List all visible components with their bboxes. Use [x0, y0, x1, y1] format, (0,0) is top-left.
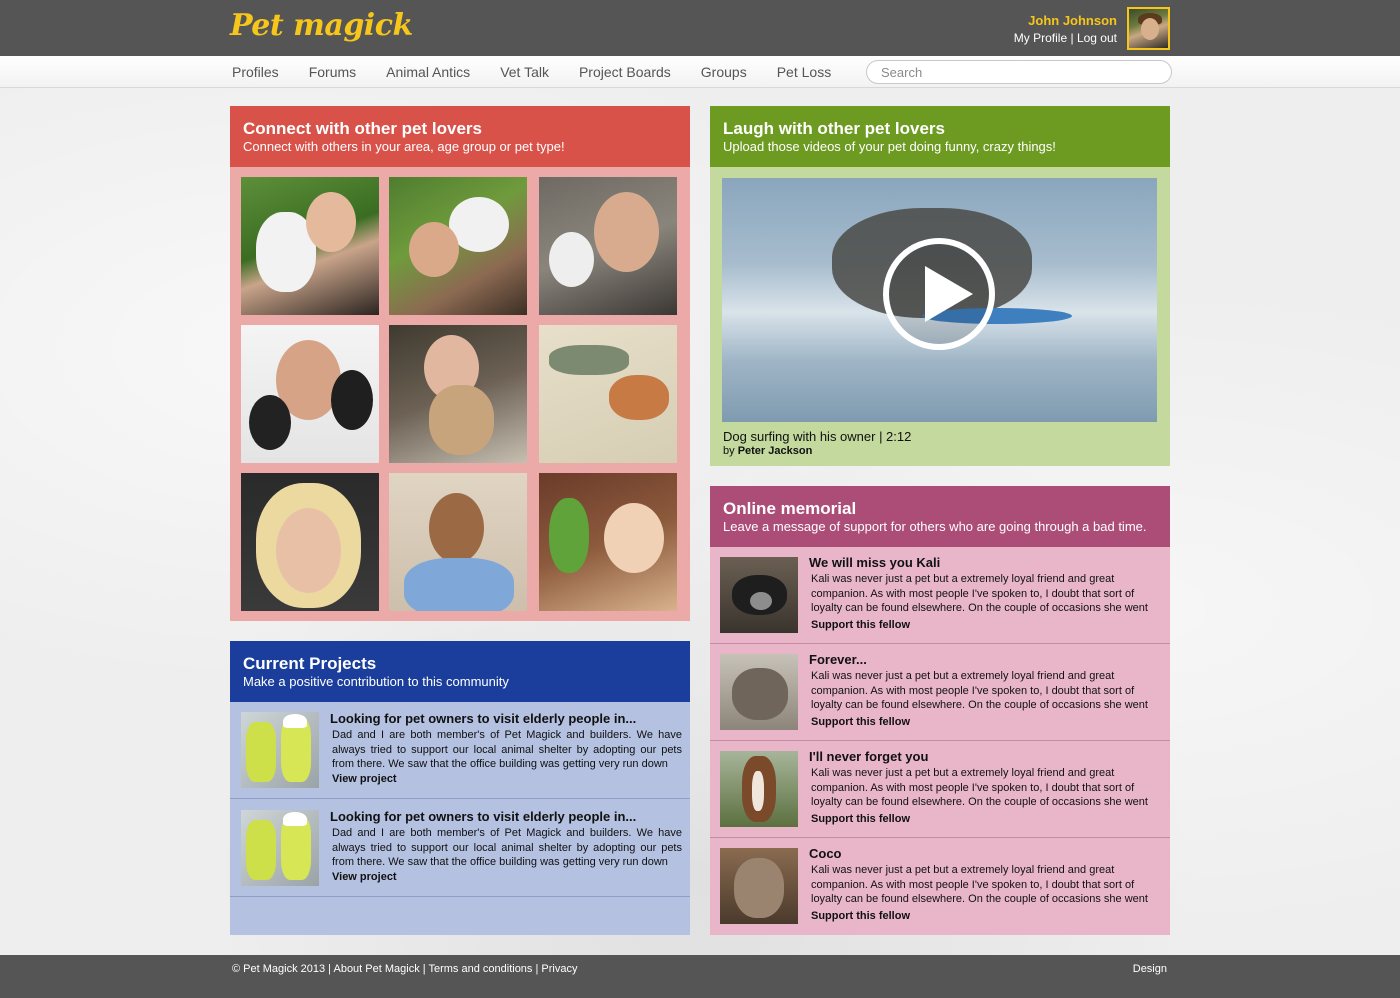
memorial-thumbnail[interactable]: [720, 654, 798, 730]
memorial-title[interactable]: Online memorial: [723, 499, 1157, 519]
memorial-item: We will miss you Kali Kali was never jus…: [710, 547, 1170, 644]
user-links-separator: |: [1070, 31, 1074, 45]
member-photo-5[interactable]: [389, 325, 527, 463]
footer-links: © Pet Magick 2013 | About Pet Magick | T…: [232, 963, 577, 975]
connect-panel: Connect with other pet lovers Connect wi…: [230, 106, 690, 621]
member-photo-8[interactable]: [389, 473, 527, 611]
memorial-item-text: Kali was never just a pet but a extremel…: [811, 864, 1148, 905]
site-logo[interactable]: Pet magick: [230, 8, 413, 43]
projects-header: Current Projects Make a positive contrib…: [230, 641, 690, 702]
connect-photo-grid: [230, 167, 690, 621]
memorial-item: Forever... Kali was never just a pet but…: [710, 644, 1170, 741]
footer-terms-link[interactable]: Terms and conditions: [428, 963, 532, 975]
project-text: Dad and I are both member's of Pet Magic…: [332, 827, 682, 868]
projects-panel: Current Projects Make a positive contrib…: [230, 641, 690, 935]
memorial-item-text: Kali was never just a pet but a extremel…: [811, 767, 1148, 808]
footer-privacy-link[interactable]: Privacy: [541, 963, 577, 975]
video-byline: by Peter Jackson: [723, 445, 812, 457]
connect-title[interactable]: Connect with other pet lovers: [243, 119, 677, 139]
project-text: Dad and I are both member's of Pet Magic…: [332, 729, 682, 770]
nav-item-vet-talk[interactable]: Vet Talk: [500, 56, 549, 88]
support-link[interactable]: Support this fellow: [811, 716, 910, 728]
avatar-face: [1141, 18, 1159, 40]
memorial-item-text: Kali was never just a pet but a extremel…: [811, 573, 1148, 614]
user-links: My Profile | Log out: [1014, 31, 1117, 45]
memorial-item-title[interactable]: We will miss you Kali: [809, 555, 940, 570]
memorial-header: Online memorial Leave a message of suppo…: [710, 486, 1170, 547]
laugh-subtitle: Upload those videos of your pet doing fu…: [723, 139, 1056, 154]
memorial-thumbnail[interactable]: [720, 751, 798, 827]
support-link[interactable]: Support this fellow: [811, 813, 910, 825]
project-title[interactable]: Looking for pet owners to visit elderly …: [330, 809, 636, 824]
project-item: Looking for pet owners to visit elderly …: [230, 702, 690, 799]
nav-item-pet-loss[interactable]: Pet Loss: [777, 56, 831, 88]
nav-item-animal-antics[interactable]: Animal Antics: [386, 56, 470, 88]
nav-item-forums[interactable]: Forums: [309, 56, 356, 88]
nav-item-groups[interactable]: Groups: [701, 56, 747, 88]
memorial-item-title[interactable]: Coco: [809, 846, 842, 861]
footer-separator: |: [535, 963, 539, 975]
video-title[interactable]: Dog surfing with his owner | 2:12: [723, 429, 911, 444]
main-nav: Profiles Forums Animal Antics Vet Talk P…: [0, 56, 1400, 88]
support-link[interactable]: Support this fellow: [811, 910, 910, 922]
member-photo-6[interactable]: [539, 325, 677, 463]
footer-copyright: © Pet Magick 2013: [232, 963, 326, 975]
project-thumbnail[interactable]: [241, 810, 319, 886]
search-input[interactable]: [866, 60, 1172, 84]
footer-separator: |: [328, 963, 332, 975]
nav-items: Profiles Forums Animal Antics Vet Talk P…: [232, 56, 861, 88]
member-photo-1[interactable]: [241, 177, 379, 315]
laugh-panel: Laugh with other pet lovers Upload those…: [710, 106, 1170, 466]
memorial-thumbnail[interactable]: [720, 557, 798, 633]
avatar[interactable]: [1127, 7, 1170, 50]
memorial-item-text: Kali was never just a pet but a extremel…: [811, 670, 1148, 711]
member-photo-3[interactable]: [539, 177, 677, 315]
memorial-item: Coco Kali was never just a pet but a ext…: [710, 838, 1170, 935]
memorial-thumbnail[interactable]: [720, 848, 798, 924]
laugh-title[interactable]: Laugh with other pet lovers: [723, 119, 1157, 139]
project-item: Looking for pet owners to visit elderly …: [230, 800, 690, 897]
projects-title[interactable]: Current Projects: [243, 654, 677, 674]
memorial-item-title[interactable]: I'll never forget you: [809, 749, 928, 764]
projects-list: Looking for pet owners to visit elderly …: [230, 702, 690, 935]
member-photo-9[interactable]: [539, 473, 677, 611]
video-player[interactable]: [722, 178, 1157, 422]
memorial-list: We will miss you Kali Kali was never jus…: [710, 547, 1170, 935]
projects-subtitle: Make a positive contribution to this com…: [243, 674, 509, 689]
nav-item-profiles[interactable]: Profiles: [232, 56, 279, 88]
member-photo-2[interactable]: [389, 177, 527, 315]
page-background: [0, 88, 1400, 955]
member-photo-4[interactable]: [241, 325, 379, 463]
footer-design-link[interactable]: Design: [1133, 963, 1167, 975]
footer-about-link[interactable]: About Pet Magick: [333, 963, 419, 975]
connect-subtitle: Connect with others in your area, age gr…: [243, 139, 565, 154]
laugh-header: Laugh with other pet lovers Upload those…: [710, 106, 1170, 167]
video-author[interactable]: Peter Jackson: [738, 445, 813, 457]
logout-link[interactable]: Log out: [1077, 31, 1117, 45]
video-by-prefix: by: [723, 445, 735, 457]
project-title[interactable]: Looking for pet owners to visit elderly …: [330, 711, 636, 726]
connect-header: Connect with other pet lovers Connect wi…: [230, 106, 690, 167]
memorial-item-title[interactable]: Forever...: [809, 652, 867, 667]
top-bar: Pet magick John Johnson My Profile | Log…: [0, 0, 1400, 56]
project-thumbnail[interactable]: [241, 712, 319, 788]
view-project-link[interactable]: View project: [332, 871, 397, 883]
support-link[interactable]: Support this fellow: [811, 619, 910, 631]
memorial-item: I'll never forget you Kali was never jus…: [710, 741, 1170, 838]
member-photo-7[interactable]: [241, 473, 379, 611]
nav-item-project-boards[interactable]: Project Boards: [579, 56, 671, 88]
user-name[interactable]: John Johnson: [1028, 13, 1117, 28]
my-profile-link[interactable]: My Profile: [1014, 31, 1067, 45]
footer-separator: |: [422, 963, 426, 975]
view-project-link[interactable]: View project: [332, 773, 397, 785]
play-icon[interactable]: [883, 238, 995, 350]
memorial-panel: Online memorial Leave a message of suppo…: [710, 486, 1170, 935]
footer: © Pet Magick 2013 | About Pet Magick | T…: [0, 955, 1400, 998]
laugh-body: Dog surfing with his owner | 2:12 by Pet…: [710, 167, 1170, 466]
memorial-subtitle: Leave a message of support for others wh…: [723, 519, 1147, 534]
